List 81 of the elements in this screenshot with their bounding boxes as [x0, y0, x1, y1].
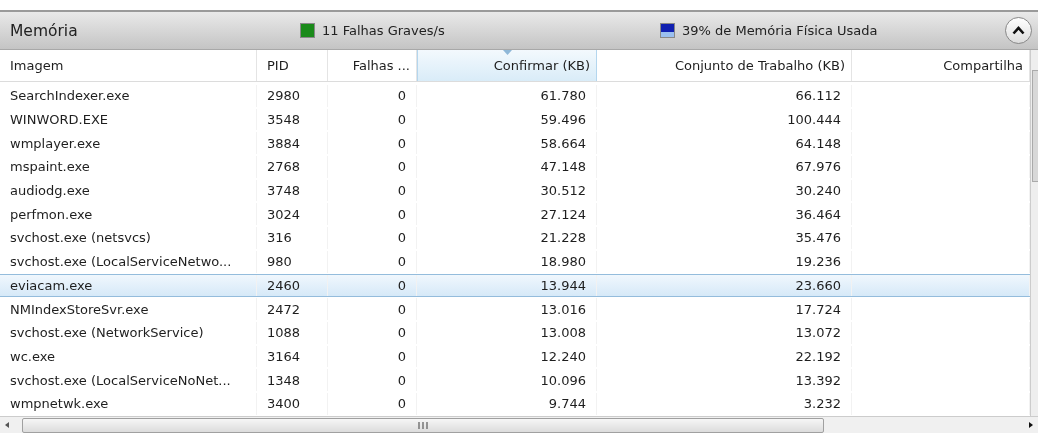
table-cell: 3.232: [803, 396, 841, 412]
grip-icon: [417, 422, 429, 429]
table-cell: 1088: [267, 325, 301, 341]
table-cell: NMIndexStoreSvr.exe: [10, 301, 149, 317]
table-cell: 0: [397, 88, 406, 104]
table-cell: 17.724: [795, 301, 841, 317]
table-cell: 30.512: [540, 183, 586, 199]
table-cell: 0: [397, 277, 406, 293]
table-cell: 10.096: [540, 372, 586, 388]
table-cell: 19.236: [795, 254, 841, 270]
table-cell: 21.228: [540, 230, 586, 246]
table-cell: 980: [267, 254, 292, 270]
horizontal-scrollbar[interactable]: [0, 416, 1038, 433]
collapse-button[interactable]: [1005, 17, 1032, 44]
caret-up-icon: [1012, 26, 1025, 35]
process-row[interactable]: eviacam.exe 2460 0 13.944 23.660: [0, 273, 1030, 298]
table-cell: WINWORD.EXE: [10, 112, 108, 128]
table-cell: wmplayer.exe: [10, 135, 101, 151]
table-cell: 3748: [267, 183, 301, 199]
table-cell: 13.016: [540, 301, 586, 317]
table-cell: 30.240: [795, 183, 841, 199]
table-cell: 3884: [267, 135, 301, 151]
table-cell: 0: [397, 396, 406, 412]
table-cell: svchost.exe (NetworkService): [10, 325, 204, 341]
table-cell: 36.464: [795, 206, 841, 222]
table-cell: 2768: [267, 159, 301, 175]
table-cell: 3400: [267, 396, 301, 412]
table-cell: 1348: [267, 372, 301, 388]
table-cell: wmpnetwk.exe: [10, 396, 109, 412]
table-cell: 0: [397, 206, 406, 222]
table-cell: 0: [397, 112, 406, 128]
table-cell: 0: [397, 348, 406, 364]
table-cell: audiodg.exe: [10, 183, 90, 199]
table-cell: perfmon.exe: [10, 206, 93, 222]
sort-arrow-icon: [503, 50, 512, 55]
table-cell: svchost.exe (LocalServiceNoNet...: [10, 372, 231, 388]
table-cell: 316: [267, 230, 292, 246]
table-cell: 13.392: [795, 372, 841, 388]
table-cell: 66.112: [795, 88, 841, 104]
table-cell: 23.660: [795, 277, 841, 293]
table-cell: 58.664: [540, 135, 586, 151]
table-cell: eviacam.exe: [10, 277, 93, 293]
table-cell: 64.148: [795, 135, 841, 151]
indicator-label: 39% de Memória Física Usada: [682, 23, 878, 38]
table-cell: 2460: [267, 277, 301, 293]
table-cell: 3548: [267, 112, 301, 128]
vertical-scrollbar[interactable]: [1030, 50, 1038, 416]
table-cell: 13.008: [540, 325, 586, 341]
table-cell: 0: [397, 230, 406, 246]
table-cell: 0: [397, 372, 406, 388]
indicator-label: 11 Falhas Graves/s: [322, 23, 445, 38]
table-cell: 22.192: [795, 348, 841, 364]
table-cell: 61.780: [540, 88, 586, 104]
table-cell: 13.944: [540, 277, 586, 293]
table-cell: 0: [397, 301, 406, 317]
table-cell: 0: [397, 183, 406, 199]
table-cell: SearchIndexer.exe: [10, 88, 130, 104]
table-cell: 0: [397, 325, 406, 341]
table-cell: svchost.exe (netsvcs): [10, 230, 151, 246]
table-cell: 0: [397, 254, 406, 270]
table-cell: 100.444: [787, 112, 841, 128]
column-header[interactable]: Confirmar (KB): [417, 50, 597, 81]
table-cell: 9.744: [548, 396, 586, 412]
table-cell: 27.124: [540, 206, 586, 222]
table-cell: wc.exe: [10, 348, 55, 364]
table-cell: 47.148: [540, 159, 586, 175]
table-cell: 18.980: [540, 254, 586, 270]
section-title: Memória: [10, 21, 79, 40]
table-cell: 0: [397, 135, 406, 151]
table-cell: 3164: [267, 348, 301, 364]
table-cell: mspaint.exe: [10, 159, 90, 175]
table-cell: 2472: [267, 301, 301, 317]
table-cell: 0: [397, 159, 406, 175]
table-cell: 59.496: [540, 112, 586, 128]
table-cell: 67.976: [795, 159, 841, 175]
table-cell: 3024: [267, 206, 301, 222]
table-cell: svchost.exe (LocalServiceNetwo...: [10, 254, 232, 270]
table-cell: 13.072: [795, 325, 841, 341]
table-cell: 12.240: [540, 348, 586, 364]
table-cell: 35.476: [795, 230, 841, 246]
table-cell: 2980: [267, 88, 301, 104]
